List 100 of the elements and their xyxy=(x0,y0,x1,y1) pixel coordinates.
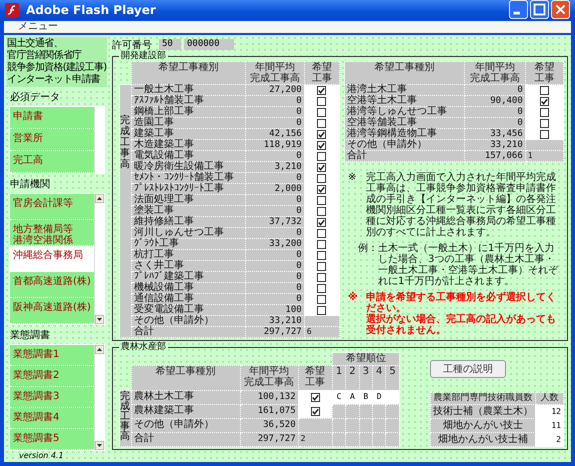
column-header: 希望工事種別 xyxy=(131,365,240,390)
list-item[interactable]: 阪神高速道路(株) xyxy=(10,298,94,324)
table-cell: 297,727 xyxy=(240,432,298,446)
section-title: 申請機関 xyxy=(10,179,51,191)
scrollbar[interactable] xyxy=(94,345,104,450)
section-title: 業態調書 xyxy=(10,330,51,342)
table-cell: 塗装工事 xyxy=(131,206,246,216)
permit-field[interactable]: 000000 xyxy=(184,39,234,50)
list-item[interactable]: 業態調書2 xyxy=(10,366,94,387)
table-cell: 33,456 xyxy=(464,128,526,140)
table-cell: 港湾等しゅんせつ工事 xyxy=(344,106,464,118)
checkbox[interactable] xyxy=(317,294,326,304)
checkbox[interactable] xyxy=(317,184,326,194)
table-cell: 36,520 xyxy=(240,418,298,432)
table-cell: 機械設備工事 xyxy=(131,282,246,294)
table-cell: 法面処理工事 xyxy=(131,194,246,206)
list-item[interactable]: 業態調書4 xyxy=(10,408,94,429)
note-text: 選択がない場合、完工高の記入があっても受付されません。 xyxy=(366,314,557,336)
maximize-icon[interactable] xyxy=(530,0,549,20)
checkbox[interactable] xyxy=(540,86,549,94)
table-cell: 港湾等鋼構造物工事 xyxy=(344,128,464,140)
app-heading: 国土交通省、 官庁営繕関係省庁 競争参加資格(建設工事) インターネット申請書 xyxy=(7,37,107,87)
table-cell: 0 xyxy=(464,106,526,118)
scroll-up-icon[interactable] xyxy=(95,345,104,354)
list-item[interactable]: 官房会計課等 xyxy=(10,194,94,220)
checkbox[interactable] xyxy=(317,218,326,226)
list-item[interactable]: 完工高 xyxy=(10,151,94,173)
window-title: Adobe Flash Player xyxy=(26,2,156,17)
note-mark: 例： xyxy=(357,243,378,256)
table-cell: その他（申請外） xyxy=(131,316,246,326)
count-field[interactable]: 2 xyxy=(535,432,564,446)
scrollbar[interactable] xyxy=(94,194,104,324)
checkbox[interactable] xyxy=(317,196,326,204)
checkbox[interactable] xyxy=(540,108,549,116)
note-text: 申請を希望する工事種別を必ず選択してください。 xyxy=(366,292,557,314)
note-mark: ※ xyxy=(348,292,359,305)
checkbox[interactable] xyxy=(317,240,326,248)
column-header: 2 xyxy=(346,365,360,390)
version-label: version 4.1 xyxy=(19,451,65,460)
rank-field[interactable]: B xyxy=(359,390,372,404)
checkbox[interactable] xyxy=(540,130,549,138)
column-header: 年間平均 完成工事高 xyxy=(240,365,298,390)
section-title: 必須データ xyxy=(10,92,61,104)
rank-field[interactable]: C xyxy=(332,390,346,404)
checkbox[interactable] xyxy=(540,118,549,128)
permit-label: 許可番号 xyxy=(112,38,152,50)
checkbox[interactable] xyxy=(317,284,326,292)
explain-button[interactable]: 工種の説明 xyxy=(430,360,506,378)
table-cell: 2 xyxy=(298,432,332,446)
count-field[interactable]: 12 xyxy=(535,404,564,418)
table-cell: 合計 xyxy=(344,150,464,162)
list-item[interactable]: 業態調書1 xyxy=(10,345,94,366)
column-header: 希望順位 xyxy=(332,352,400,366)
checkbox[interactable] xyxy=(317,272,326,282)
table-cell: さく井工事 xyxy=(131,260,246,272)
scroll-up-icon[interactable] xyxy=(95,194,104,203)
table-cell: ﾌﾟﾚﾊﾌﾞ建築工事 xyxy=(131,272,246,282)
menu-item[interactable]: メニュー xyxy=(18,20,58,33)
list-item[interactable]: 営業所 xyxy=(10,129,94,151)
list-item[interactable]: 申請書 xyxy=(10,107,94,129)
checkbox[interactable] xyxy=(310,392,320,402)
list-item[interactable]: 業態調書5 xyxy=(10,429,94,450)
column-header: 4 xyxy=(372,365,386,390)
table-cell: 木造建築工事 xyxy=(131,140,246,150)
checkbox[interactable] xyxy=(317,306,326,314)
group-title: 農林水産部 xyxy=(120,342,167,352)
checkbox[interactable] xyxy=(317,162,326,172)
checkbox[interactable] xyxy=(317,152,326,160)
table-cell: 河川しゅんせつ工事 xyxy=(131,228,246,238)
note-mark: ※ xyxy=(348,172,358,185)
table-cell: 33,210 xyxy=(464,140,526,150)
checkbox[interactable] xyxy=(317,174,326,182)
close-icon[interactable] xyxy=(551,0,570,20)
table-cell: 合計 xyxy=(131,432,240,446)
checkbox[interactable] xyxy=(317,228,326,238)
checkbox[interactable] xyxy=(310,406,320,416)
table-cell: 90,400 xyxy=(464,96,526,106)
checkbox[interactable] xyxy=(317,108,326,116)
checkbox[interactable] xyxy=(317,86,326,94)
checkbox[interactable] xyxy=(317,206,326,216)
side-label: 完成工事高 xyxy=(120,390,132,446)
checkbox[interactable] xyxy=(317,96,326,106)
table-cell: ｾﾒﾝﾄ・ｺﾝｸﾘｰﾄ舗装工事 xyxy=(131,172,246,184)
permit-field[interactable]: 50 xyxy=(159,39,181,50)
checkbox[interactable] xyxy=(540,96,549,106)
checkbox[interactable] xyxy=(317,118,326,128)
checkbox[interactable] xyxy=(317,250,326,260)
column-header: 1 xyxy=(332,365,346,390)
count-field[interactable]: 11 xyxy=(535,418,564,432)
checkbox[interactable] xyxy=(317,140,326,150)
list-item[interactable]: 業態調書3 xyxy=(10,387,94,408)
minimize-icon[interactable] xyxy=(509,0,528,20)
scroll-down-icon[interactable] xyxy=(95,315,104,324)
list-item[interactable]: 地方整備局等 港湾空港関係 xyxy=(10,220,94,246)
scroll-down-icon[interactable] xyxy=(95,441,104,450)
table-cell: 電気設備工事 xyxy=(131,150,246,162)
table-cell: その他（申請外） xyxy=(131,418,240,432)
checkbox[interactable] xyxy=(317,262,326,270)
list-item[interactable]: 首都高速道路(株) xyxy=(10,272,94,298)
checkbox[interactable] xyxy=(317,130,326,138)
